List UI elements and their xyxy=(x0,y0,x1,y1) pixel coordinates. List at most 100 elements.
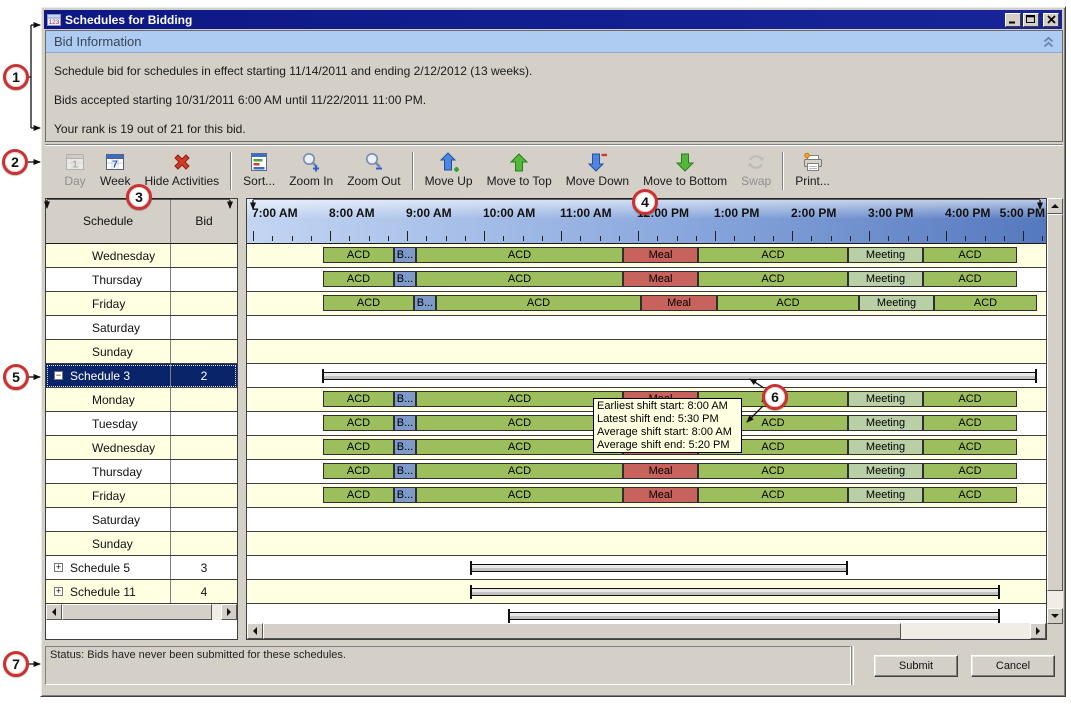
activity-bar-acd[interactable]: ACD xyxy=(923,463,1017,479)
gantt-row-thursday[interactable]: ACDB...ACDMealACDMeetingACD xyxy=(247,460,1046,484)
print-button[interactable]: Print... xyxy=(788,151,837,188)
column-header-bid[interactable]: Bid xyxy=(171,199,237,243)
activity-bar-acd[interactable]: ACD xyxy=(923,487,1017,503)
activity-bar-meal[interactable]: Meal xyxy=(641,295,717,311)
activity-bar-acd[interactable]: ACD xyxy=(416,439,623,455)
activity-bar-acd[interactable]: ACD xyxy=(698,271,848,287)
activity-bar-acd[interactable]: ACD xyxy=(416,415,623,431)
activity-bar-acd[interactable]: ACD xyxy=(717,295,859,311)
activity-bar-break[interactable]: B... xyxy=(394,487,416,503)
gantt-row-saturday[interactable] xyxy=(247,508,1046,532)
activity-bar-meeting[interactable]: Meeting xyxy=(848,415,923,431)
activity-bar-acd[interactable]: ACD xyxy=(923,415,1017,431)
table-row-wednesday[interactable]: Wednesday xyxy=(46,244,237,268)
hide-activities-button[interactable]: Hide Activities xyxy=(137,151,226,188)
activity-bar-meal[interactable]: Meal xyxy=(623,247,698,263)
table-row-thursday[interactable]: Thursday xyxy=(46,460,237,484)
activity-bar-meeting[interactable]: Meeting xyxy=(859,295,934,311)
gantt-h-scrollbar[interactable] xyxy=(247,623,1046,639)
swap-button[interactable]: Swap xyxy=(734,151,778,188)
week-button[interactable]: 7Week xyxy=(93,151,137,188)
shift-range-bar[interactable] xyxy=(471,588,999,596)
shift-range-bar[interactable] xyxy=(323,372,1036,380)
activity-bar-acd[interactable]: ACD xyxy=(698,463,848,479)
day-button[interactable]: 1Day xyxy=(57,151,93,188)
gantt-row-wednesday[interactable]: ACDB...ACDMealACDMeetingACD xyxy=(247,244,1046,268)
activity-bar-meeting[interactable]: Meeting xyxy=(848,391,923,407)
shift-range-bar[interactable] xyxy=(471,564,847,572)
column-header-schedule[interactable]: Schedule xyxy=(46,199,171,243)
cancel-button[interactable]: Cancel xyxy=(971,655,1055,677)
activity-bar-meeting[interactable]: Meeting xyxy=(848,439,923,455)
activity-bar-acd[interactable]: ACD xyxy=(698,247,848,263)
activity-bar-meeting[interactable]: Meeting xyxy=(848,247,923,263)
gantt-row-sunday[interactable] xyxy=(247,532,1046,556)
activity-bar-break[interactable]: B... xyxy=(394,391,416,407)
activity-bar-acd[interactable]: ACD xyxy=(323,247,394,263)
table-row-monday[interactable]: Monday xyxy=(46,388,237,412)
activity-bar-break[interactable]: B... xyxy=(414,295,436,311)
close-button[interactable] xyxy=(1043,13,1059,27)
activity-bar-acd[interactable]: ACD xyxy=(416,487,623,503)
table-row-friday[interactable]: Friday xyxy=(46,292,237,316)
activity-bar-meeting[interactable]: Meeting xyxy=(848,487,923,503)
table-row-sunday[interactable]: Sunday xyxy=(46,340,237,364)
gantt-row-thursday[interactable]: ACDB...ACDMealACDMeetingACD xyxy=(247,268,1046,292)
activity-bar-acd[interactable]: ACD xyxy=(934,295,1037,311)
activity-bar-break[interactable]: B... xyxy=(394,271,416,287)
activity-bar-acd[interactable]: ACD xyxy=(323,439,394,455)
activity-bar-acd[interactable]: ACD xyxy=(323,271,394,287)
expand-box-icon[interactable]: + xyxy=(54,587,63,596)
activity-bar-meal[interactable]: Meal xyxy=(623,487,698,503)
activity-bar-meal[interactable]: Meal xyxy=(623,463,698,479)
table-row-schedule-5[interactable]: +Schedule 53 xyxy=(46,556,237,580)
gantt-v-scrollbar[interactable] xyxy=(1047,198,1063,640)
table-row-thursday[interactable]: Thursday xyxy=(46,268,237,292)
activity-bar-acd[interactable]: ACD xyxy=(698,487,848,503)
sort-button[interactable]: Sort... xyxy=(236,151,282,188)
scroll-right-button[interactable] xyxy=(221,604,237,620)
activity-bar-acd[interactable]: ACD xyxy=(923,271,1017,287)
activity-bar-break[interactable]: B... xyxy=(394,439,416,455)
table-row-schedule-3[interactable]: −Schedule 32 xyxy=(46,364,237,388)
activity-bar-acd[interactable]: ACD xyxy=(923,439,1017,455)
scroll-up-button[interactable] xyxy=(1047,198,1063,214)
activity-bar-acd[interactable]: ACD xyxy=(323,415,394,431)
activity-bar-break[interactable]: B... xyxy=(394,463,416,479)
scroll-right-button[interactable] xyxy=(1030,623,1046,639)
submit-button[interactable]: Submit xyxy=(874,655,958,677)
activity-bar-acd[interactable]: ACD xyxy=(323,295,414,311)
scroll-thumb[interactable] xyxy=(263,623,901,639)
move-up-button[interactable]: Move Up xyxy=(418,151,480,188)
gantt-row-friday[interactable]: ACDB...ACDMealACDMeetingACD xyxy=(247,292,1046,316)
scroll-thumb[interactable] xyxy=(62,604,212,620)
table-row-saturday[interactable]: Saturday xyxy=(46,508,237,532)
move-to-top-button[interactable]: Move to Top xyxy=(480,151,559,188)
scroll-down-button[interactable] xyxy=(1047,608,1063,624)
activity-bar-acd[interactable]: ACD xyxy=(323,463,394,479)
table-row-tuesday[interactable]: Tuesday xyxy=(46,412,237,436)
move-down-button[interactable]: Move Down xyxy=(559,151,636,188)
collapse-box-icon[interactable]: − xyxy=(54,371,63,380)
gantt-row-schedule-5[interactable] xyxy=(247,556,1046,580)
table-row-friday[interactable]: Friday xyxy=(46,484,237,508)
activity-bar-acd[interactable]: ACD xyxy=(416,247,623,263)
scroll-left-button[interactable] xyxy=(247,623,263,639)
zoom-out-button[interactable]: Zoom Out xyxy=(340,151,407,188)
gantt-row-schedule-11[interactable] xyxy=(247,580,1046,604)
activity-bar-acd[interactable]: ACD xyxy=(416,463,623,479)
expand-box-icon[interactable]: + xyxy=(54,563,63,572)
shift-range-bar[interactable] xyxy=(509,612,999,620)
maximize-button[interactable] xyxy=(1023,13,1039,27)
activity-bar-break[interactable]: B... xyxy=(394,247,416,263)
activity-bar-acd[interactable]: ACD xyxy=(323,391,394,407)
activity-bar-acd[interactable]: ACD xyxy=(923,247,1017,263)
gantt-row-schedule-18[interactable] xyxy=(247,604,1046,623)
table-row-wednesday[interactable]: Wednesday xyxy=(46,436,237,460)
table-row-schedule-11[interactable]: +Schedule 114 xyxy=(46,580,237,604)
activity-bar-acd[interactable]: ACD xyxy=(416,271,623,287)
gantt-row-schedule-3[interactable] xyxy=(247,364,1046,388)
scroll-left-button[interactable] xyxy=(46,604,62,620)
activity-bar-acd[interactable]: ACD xyxy=(923,391,1017,407)
collapse-chevron-icon[interactable] xyxy=(1043,36,1054,48)
